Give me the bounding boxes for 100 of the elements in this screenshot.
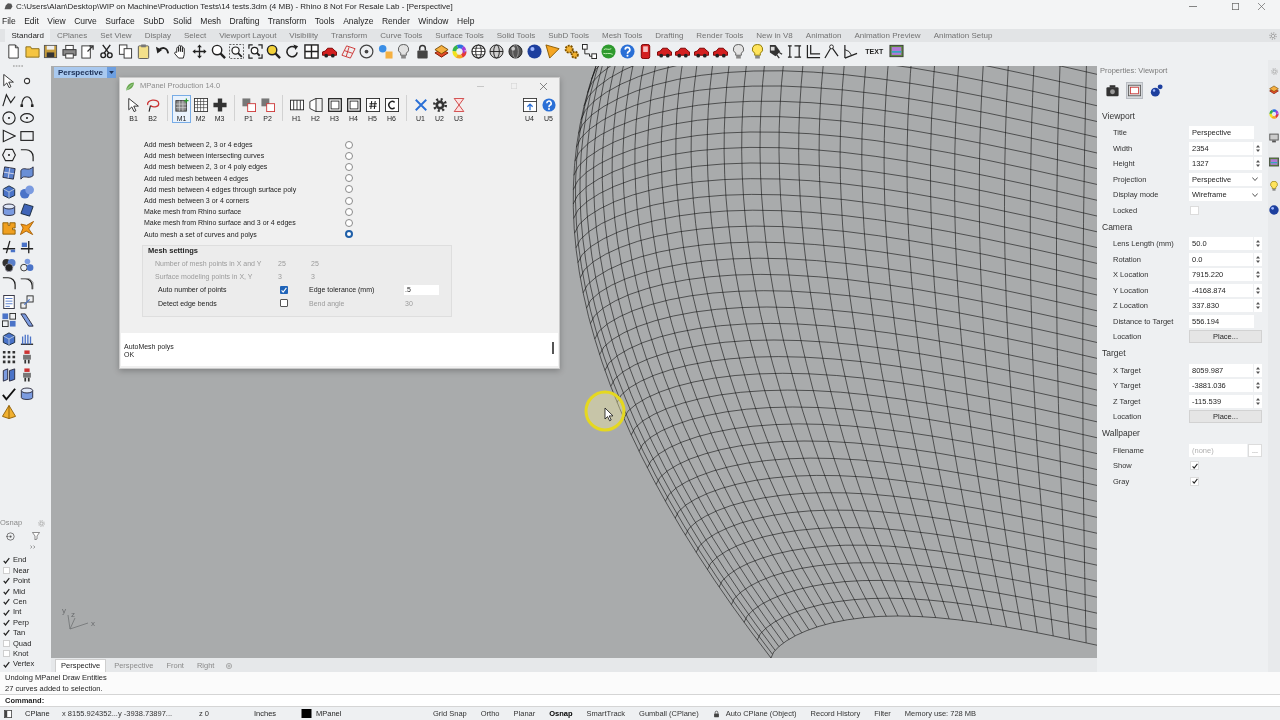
angle-icon[interactable] — [824, 43, 840, 59]
spinner-icon[interactable] — [1254, 237, 1262, 251]
radio-button[interactable] — [345, 207, 353, 216]
cube-icon[interactable] — [2, 331, 16, 346]
zoom-selected-icon[interactable] — [266, 43, 282, 59]
ellipse-icon[interactable] — [20, 110, 34, 125]
toolbar-tab[interactable]: Display — [138, 29, 178, 42]
toolbar-tab[interactable]: Viewport Layout — [212, 29, 283, 42]
checkbox[interactable] — [280, 285, 288, 294]
toolbar-tab[interactable]: CPlanes — [50, 29, 94, 42]
toolbar-tab[interactable]: Surface Tools — [428, 29, 491, 42]
new-file-icon[interactable] — [6, 43, 21, 59]
toolbar-tab[interactable]: Mesh Tools — [595, 29, 649, 42]
parallelogram-icon[interactable] — [20, 313, 34, 328]
spinner-icon[interactable] — [1254, 157, 1262, 171]
shaded-sphere-icon[interactable] — [489, 43, 505, 59]
spinner-icon[interactable] — [1254, 394, 1262, 408]
checkbox[interactable] — [3, 556, 10, 564]
cylinder-icon[interactable] — [2, 202, 16, 217]
zoom-window-icon[interactable] — [229, 43, 245, 59]
triangle-outline-icon[interactable] — [2, 129, 16, 144]
scissors-icon[interactable] — [98, 43, 114, 59]
fillet-icon[interactable] — [20, 276, 34, 291]
toolbar-tab[interactable]: Visibility — [282, 29, 325, 42]
monitor-icon[interactable] — [1269, 133, 1279, 143]
toolbar-tab[interactable]: Transform — [324, 29, 374, 42]
spinner-icon[interactable] — [1254, 141, 1262, 155]
circles-icon[interactable] — [20, 258, 34, 273]
checkbox[interactable] — [3, 608, 10, 616]
spinner-icon[interactable] — [1254, 252, 1262, 266]
cylinder-icon[interactable] — [20, 386, 34, 401]
spinner-icon[interactable] — [1254, 363, 1262, 377]
checkbox[interactable] — [3, 587, 10, 595]
layers-icon[interactable] — [433, 43, 449, 59]
page-export-icon[interactable] — [80, 43, 96, 59]
picture-icon[interactable] — [1269, 157, 1279, 167]
rotate-arrow-icon[interactable] — [284, 43, 300, 59]
menu-item[interactable]: View — [47, 16, 66, 26]
menu-item[interactable]: Mesh — [200, 16, 222, 26]
radio-button[interactable] — [345, 185, 353, 194]
corner-dimension-icon[interactable] — [805, 43, 821, 59]
radio-button[interactable] — [345, 218, 353, 227]
lock-icon[interactable] — [415, 43, 431, 59]
toolbar-tab[interactable]: Drafting — [648, 29, 690, 42]
dimension-icon[interactable] — [786, 43, 802, 59]
filter-icon[interactable] — [32, 532, 40, 540]
surface-grid-icon[interactable] — [2, 166, 16, 181]
viewport-canvas[interactable] — [51, 66, 1097, 658]
radio-button[interactable] — [345, 196, 353, 205]
arc-icon[interactable] — [20, 147, 34, 162]
sidebar-icon[interactable] — [4, 709, 12, 718]
checkbox[interactable] — [3, 598, 10, 606]
toolbar-tab[interactable]: Select — [177, 29, 213, 42]
toolbar-tab[interactable]: SubD Tools — [541, 29, 596, 42]
checkbox[interactable] — [3, 619, 10, 627]
gears-icon[interactable] — [563, 43, 579, 59]
trim-icon[interactable] — [2, 239, 16, 254]
toolbar-tab[interactable]: Set View — [93, 29, 139, 42]
four-viewports-icon[interactable] — [303, 43, 319, 59]
hexagon-icon[interactable] — [2, 147, 16, 162]
mesh-plane-icon[interactable] — [340, 43, 356, 59]
robot-icon[interactable] — [20, 368, 34, 383]
menu-item[interactable]: File — [2, 16, 16, 26]
toolbar-tab[interactable]: Render Tools — [689, 29, 750, 42]
panels-icon[interactable] — [2, 368, 16, 383]
checkbox[interactable] — [3, 629, 10, 637]
page-tab[interactable] — [1126, 81, 1143, 99]
layer-swatch-icon[interactable] — [301, 709, 312, 718]
toolbar-tab[interactable]: Standard — [5, 29, 51, 42]
clipboard-icon[interactable] — [136, 43, 152, 59]
checkmark-icon[interactable] — [2, 386, 16, 401]
radio-button[interactable] — [345, 151, 353, 160]
viewport-title[interactable]: Perspective — [54, 67, 107, 78]
radio-button[interactable] — [345, 162, 353, 171]
printer-icon[interactable] — [61, 43, 77, 59]
lock-icon[interactable] — [712, 709, 720, 718]
sphere-icon[interactable] — [1269, 205, 1279, 215]
menu-item[interactable]: Curve — [74, 16, 97, 26]
menu-item[interactable]: Drafting — [229, 16, 260, 26]
spheres-icon[interactable] — [20, 184, 34, 199]
menu-item[interactable]: Window — [418, 16, 449, 26]
copy-icon[interactable] — [117, 43, 133, 59]
move-arrows-icon[interactable] — [191, 43, 207, 59]
rendered-sphere-icon[interactable] — [508, 43, 524, 59]
help-icon[interactable] — [619, 43, 635, 59]
flowchart-icon[interactable] — [582, 43, 598, 59]
circle-icon[interactable] — [2, 110, 16, 125]
cube-icon[interactable] — [2, 184, 16, 199]
zoom-icon[interactable] — [210, 43, 226, 59]
lightbulb-icon[interactable] — [731, 43, 747, 59]
radio-button[interactable] — [345, 230, 353, 239]
spinner-icon[interactable] — [1254, 268, 1262, 282]
menu-item[interactable]: Help — [457, 16, 475, 26]
dot-grid-icon[interactable] — [2, 350, 16, 365]
scrollbar-thumb[interactable] — [552, 341, 554, 354]
menu-item[interactable]: Surface — [105, 16, 135, 26]
toolbar-tab[interactable]: Curve Tools — [373, 29, 429, 42]
spotlight-icon[interactable] — [768, 43, 784, 59]
layers-icon[interactable] — [1269, 85, 1279, 95]
burst-icon[interactable] — [20, 221, 34, 236]
